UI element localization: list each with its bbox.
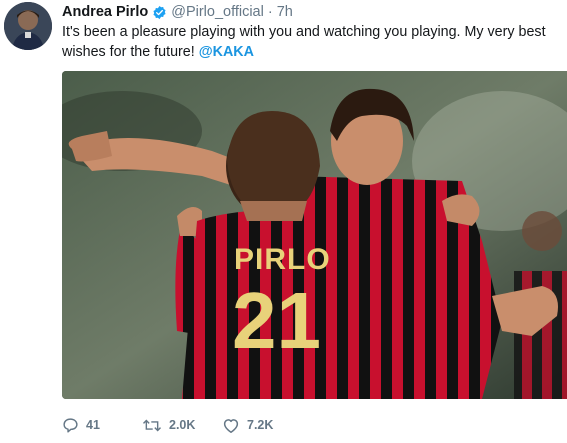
heart-icon — [222, 417, 240, 434]
tweet-photo[interactable]: PIRLO 21 — [62, 71, 567, 399]
jersey-number: 21 — [232, 276, 321, 365]
tweet: Andrea Pirlo @Pirlo_official · 7h It's b… — [0, 0, 567, 443]
tweet-text-body: It's been a pleasure playing with you an… — [62, 24, 546, 60]
author-name[interactable]: Andrea Pirlo — [62, 3, 148, 21]
retweet-count: 2.0K — [169, 418, 196, 432]
like-count: 7.2K — [247, 418, 274, 432]
retweet-icon — [142, 417, 162, 434]
mention-link[interactable]: @KAKA — [199, 44, 254, 60]
tweet-actions: 41 2.0K 7.2K — [62, 416, 273, 434]
tweet-header: Andrea Pirlo @Pirlo_official · 7h — [62, 3, 293, 21]
author-handle[interactable]: @Pirlo_official — [171, 3, 264, 21]
tweet-timestamp[interactable]: 7h — [277, 3, 293, 21]
verified-badge-icon — [152, 5, 167, 20]
reply-button[interactable]: 41 — [62, 417, 142, 434]
author-avatar[interactable] — [4, 2, 52, 50]
jersey-name: PIRLO — [234, 243, 331, 276]
reply-count: 41 — [86, 418, 100, 432]
reply-icon — [62, 417, 79, 434]
like-button[interactable]: 7.2K — [222, 417, 273, 434]
tweet-text: It's been a pleasure playing with you an… — [62, 22, 557, 62]
separator-dot: · — [267, 4, 273, 20]
retweet-button[interactable]: 2.0K — [142, 417, 222, 434]
